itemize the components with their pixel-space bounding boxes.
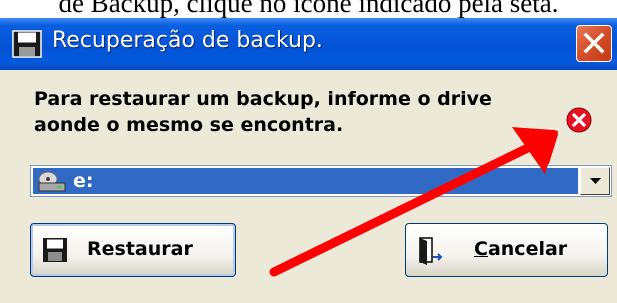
restore-button-label: Restaurar xyxy=(87,238,193,260)
error-icon[interactable] xyxy=(566,107,592,133)
cancel-button-label: Cancelar xyxy=(474,238,568,260)
floppy-disk-icon xyxy=(12,30,42,58)
drive-icon xyxy=(37,170,67,196)
instruction-message: Para restaurar um backup, informe o driv… xyxy=(34,86,492,138)
close-button[interactable] xyxy=(576,25,612,62)
message-line-1: Para restaurar um backup, informe o driv… xyxy=(34,88,492,110)
document-text: de Backup, clique no ícone indicado pela… xyxy=(58,0,559,18)
message-line-2: aonde o mesmo se encontra. xyxy=(34,114,344,136)
drive-selected-value: e: xyxy=(33,168,578,194)
window-title: Recuperação de backup. xyxy=(52,28,323,53)
close-icon xyxy=(583,32,605,54)
exit-door-icon xyxy=(417,237,445,271)
restore-button[interactable]: Restaurar xyxy=(30,223,236,277)
cancel-button[interactable]: Cancelar xyxy=(405,223,608,277)
drive-select[interactable]: e: xyxy=(30,165,612,197)
floppy-disk-icon xyxy=(42,237,68,267)
dialog-window: Recuperação de backup. Para restaurar um… xyxy=(0,18,617,303)
dropdown-button[interactable] xyxy=(580,167,610,195)
chevron-down-icon xyxy=(590,178,601,184)
title-bar[interactable]: Recuperação de backup. xyxy=(0,18,617,70)
drive-letter: e: xyxy=(73,170,94,192)
